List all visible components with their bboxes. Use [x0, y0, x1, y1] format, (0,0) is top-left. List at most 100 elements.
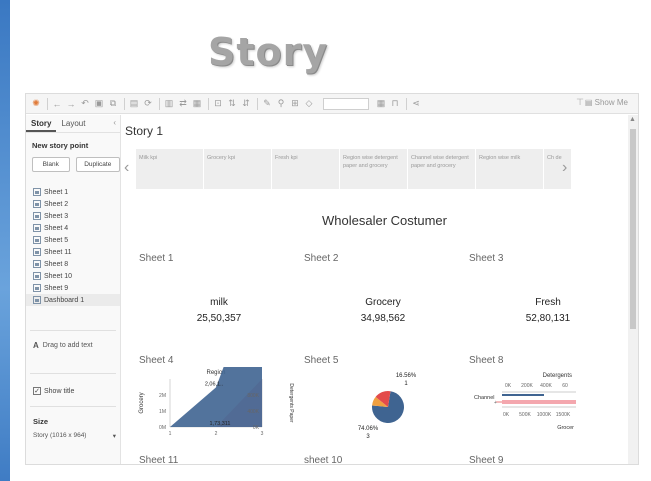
- tableau-logo-icon[interactable]: ✺: [30, 97, 42, 111]
- undo-icon[interactable]: ↶: [79, 97, 91, 111]
- drag-to-add-text[interactable]: A Drag to add text: [26, 337, 120, 353]
- y-axis-label: Channel: [474, 395, 495, 401]
- story-point[interactable]: Milk kpi: [136, 149, 204, 189]
- duplicate-button[interactable]: Duplicate: [75, 157, 120, 172]
- kpi-label: Fresh: [535, 297, 561, 308]
- x-tick-label: 1: [169, 431, 172, 437]
- bottom-tick-label: 0K: [503, 412, 510, 418]
- dashboard-title: Wholesaler Costumer: [322, 213, 447, 228]
- chart-icon[interactable]: ▥: [163, 97, 175, 111]
- sheet-item[interactable]: Sheet 3: [26, 210, 120, 222]
- sheet-item[interactable]: Sheet 10: [26, 270, 120, 282]
- dashboard-item[interactable]: Dashboard 1: [26, 294, 120, 306]
- worksheet-icon: [33, 188, 41, 196]
- worksheet-icon: [33, 212, 41, 220]
- y-tick-label: 0M: [159, 425, 166, 431]
- show-me-button[interactable]: ▤ Show Me: [585, 98, 628, 107]
- scroll-up-icon[interactable]: ▲: [629, 116, 636, 123]
- x-axis-label: Grocer: [557, 425, 574, 431]
- sheet-item[interactable]: Sheet 9: [26, 282, 120, 294]
- worksheet-icon: [33, 272, 41, 280]
- data-label: 1,73,311: [209, 421, 230, 427]
- view-cards-icon[interactable]: ▦: [375, 97, 387, 111]
- data-label: 2,06,1..: [205, 381, 224, 387]
- pie-chart[interactable]: 16.56% 1 74.06% 3: [348, 367, 428, 445]
- kpi-value: 52,80,131: [525, 313, 571, 324]
- new-datasource-icon[interactable]: ⧉: [107, 97, 119, 111]
- vertical-scrollbar[interactable]: ▲: [628, 115, 638, 464]
- tableau-window: ✺ ← → ↶ ▣ ⧉ ▤ ⟳ ▥ ⇄ ▦ ⊡ ⇅ ⇵ ✎ ⚲ ⊞ ◇ ▦ ⊓ …: [25, 93, 639, 465]
- sheet-title: Sheet 1: [139, 253, 174, 264]
- group-icon[interactable]: ⊡: [212, 97, 224, 111]
- chevron-left-icon[interactable]: ‹: [124, 159, 129, 177]
- size-heading: Size: [33, 417, 49, 426]
- region-area-chart[interactable]: RegionGrocery Detergents Paper0M1M2M0K400…: [136, 367, 296, 445]
- share-icon[interactable]: ⋖: [410, 97, 422, 111]
- pie-sub-label: 1: [404, 381, 408, 387]
- slide-accent-bar: [0, 0, 10, 481]
- x-tick-label: 3: [261, 431, 264, 437]
- sheet-item[interactable]: Sheet 11: [26, 246, 120, 258]
- collapse-icon[interactable]: ‹: [109, 115, 120, 132]
- sheet-item[interactable]: Sheet 4: [26, 222, 120, 234]
- sort-asc-icon[interactable]: ⇅: [226, 97, 238, 111]
- story-point-navigator: Milk kpi Grocery kpi Fresh kpi Region wi…: [136, 149, 573, 189]
- story-point[interactable]: Channel wise detergent paper and grocery: [408, 149, 476, 189]
- chevron-right-icon[interactable]: ›: [562, 159, 567, 177]
- story-point[interactable]: Region wise detergent paper and grocery: [340, 149, 408, 189]
- toolbar-separator: [257, 97, 258, 110]
- top-tick-label: 200K: [521, 383, 533, 389]
- toolbar: ✺ ← → ↶ ▣ ⧉ ▤ ⟳ ▥ ⇄ ▦ ⊡ ⇅ ⇵ ✎ ⚲ ⊞ ◇ ▦ ⊓ …: [26, 94, 638, 114]
- clear-icon[interactable]: ▦: [191, 97, 203, 111]
- bottom-tick-label: 1000K: [537, 412, 552, 418]
- top-tick-label: 60: [562, 383, 568, 389]
- pin-panel-icon[interactable]: ⊤: [576, 97, 584, 108]
- sort-desc-icon[interactable]: ⇵: [240, 97, 252, 111]
- x-tick-label: 2: [215, 431, 218, 437]
- sheet-item[interactable]: Sheet 2: [26, 198, 120, 210]
- sheet-title: Sheet 2: [304, 253, 339, 264]
- pin-icon[interactable]: ⚲: [275, 97, 287, 111]
- panel-tabs: Story Layout ‹: [26, 115, 120, 133]
- kpi-label: milk: [210, 297, 228, 308]
- tab-story[interactable]: Story: [26, 115, 57, 132]
- swap-icon[interactable]: ⇄: [177, 97, 189, 111]
- format-icon[interactable]: ◇: [303, 97, 315, 111]
- save-icon[interactable]: ▣: [93, 97, 105, 111]
- y-tick-label: 1M: [159, 409, 166, 415]
- divider: [30, 330, 116, 331]
- story-point[interactable]: Region wise milk: [476, 149, 544, 189]
- sheet-title: Sheet 4: [139, 355, 174, 366]
- scrollbar-thumb[interactable]: [630, 129, 636, 329]
- fit-select[interactable]: [323, 97, 369, 110]
- sheet-item[interactable]: Sheet 5: [26, 234, 120, 246]
- bottom-tick-label: 1500K: [556, 412, 571, 418]
- sheet-item[interactable]: Sheet 1: [26, 186, 120, 198]
- forward-icon[interactable]: →: [65, 97, 77, 111]
- tab-layout[interactable]: Layout: [56, 115, 90, 132]
- toolbar-separator: [406, 97, 407, 110]
- chevron-down-icon: ▾: [112, 433, 116, 440]
- toolbar-separator: [159, 97, 160, 110]
- new-story-point-heading: New story point: [32, 141, 89, 150]
- blank-button[interactable]: Blank: [32, 157, 70, 172]
- presentation-icon[interactable]: ⊓: [389, 97, 401, 111]
- kpi-value: 34,98,562: [360, 313, 406, 324]
- size-dropdown[interactable]: Story (1016 x 964) ▾: [33, 432, 116, 440]
- new-sheet-icon[interactable]: ▤: [128, 97, 140, 111]
- channel-bar-chart[interactable]: Detergents 0K 200K 400K 60 Channel+0K 500K 1000…: [472, 371, 576, 443]
- sheet-list: Sheet 1 Sheet 2 Sheet 3 Sheet 4 Sheet 5 …: [26, 186, 120, 306]
- y2-tick-label: 400K: [247, 409, 259, 415]
- labels-icon[interactable]: ⊞: [289, 97, 301, 111]
- kpi-label: Grocery: [365, 297, 401, 308]
- story-title[interactable]: Story 1: [125, 124, 163, 138]
- story-point[interactable]: Ch de: [544, 149, 572, 189]
- sheet-item[interactable]: Sheet 8: [26, 258, 120, 270]
- back-icon[interactable]: ←: [51, 97, 63, 111]
- refresh-icon[interactable]: ⟳: [142, 97, 154, 111]
- show-title-checkbox[interactable]: ✓ Show title: [26, 384, 120, 398]
- divider: [30, 373, 116, 374]
- story-point[interactable]: Grocery kpi: [204, 149, 272, 189]
- highlight-icon[interactable]: ✎: [261, 97, 273, 111]
- story-point[interactable]: Fresh kpi: [272, 149, 340, 189]
